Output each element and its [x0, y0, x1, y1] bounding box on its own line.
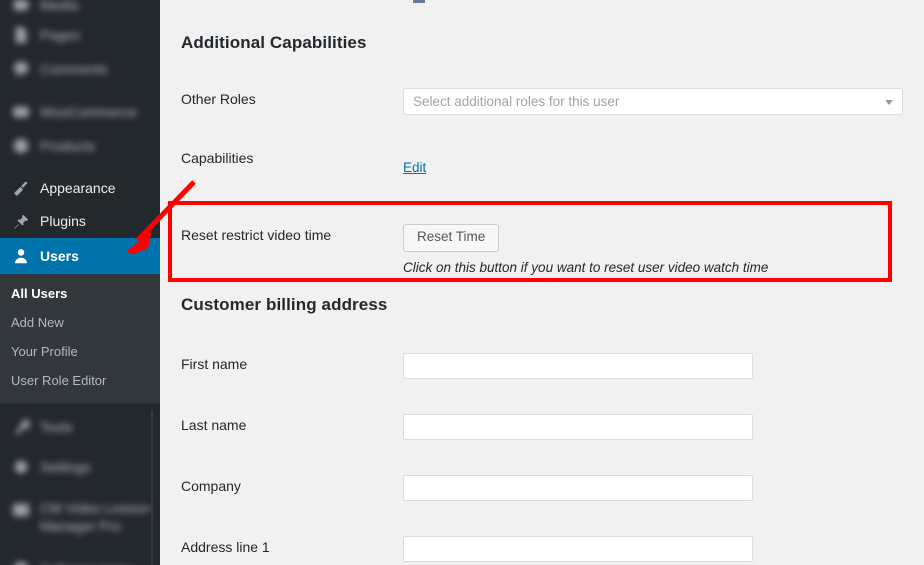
form-row-address-line-1: Address line 1 [181, 536, 901, 562]
sidebar-item-label: WooCommerce [40, 103, 137, 120]
capabilities-edit-link[interactable]: Edit [403, 160, 426, 175]
users-icon [11, 246, 31, 266]
sidebar-item-collapse-menu[interactable]: Collapse menu [0, 552, 160, 565]
wordpress-admin-screen: Media Pages Comments WooCommerce Product… [0, 0, 924, 565]
sidebar-item-plugins[interactable]: Plugins [0, 205, 160, 238]
sidebar-item-label: Media [40, 0, 79, 13]
other-roles-placeholder: Select additional roles for this user [413, 94, 620, 109]
menu-separator [0, 86, 160, 95]
sidebar-scrollbar[interactable] [151, 410, 153, 565]
sidebar-item-pages[interactable]: Pages [0, 18, 160, 52]
sidebar-item-all-users[interactable]: All Users [0, 280, 160, 309]
sidebar-item-cm-video-lesson-manager-pro[interactable]: CM Video Lesson Manager Pro [0, 498, 160, 544]
sidebar-item-users[interactable]: Users [0, 238, 160, 274]
form-row-company: Company [181, 475, 901, 501]
other-roles-select[interactable]: Select additional roles for this user [403, 88, 903, 115]
form-row-first-name: First name [181, 353, 901, 379]
sidebar-item-label: Appearance [40, 180, 116, 197]
first-name-input[interactable] [403, 353, 753, 379]
sidebar-item-label: Pages [40, 26, 80, 43]
sidebar-item-woocommerce[interactable]: WooCommerce [0, 95, 160, 129]
comments-icon [11, 59, 31, 79]
cut-off-widget-sliver [413, 0, 425, 3]
users-submenu: All Users Add New Your Profile User Role… [0, 274, 160, 405]
sidebar-item-settings[interactable]: Settings [0, 450, 160, 484]
media-icon [11, 0, 31, 15]
appearance-icon [11, 179, 31, 199]
section-title-additional-capabilities: Additional Capabilities [181, 33, 367, 52]
menu-separator [0, 163, 160, 172]
products-icon [11, 136, 31, 156]
sidebar-item-label: Tools [40, 418, 73, 435]
other-roles-label: Other Roles [181, 91, 256, 107]
sidebar-item-user-role-editor[interactable]: User Role Editor [0, 367, 160, 396]
woocommerce-icon [11, 102, 31, 122]
plugins-icon [11, 212, 31, 232]
company-label: Company [181, 478, 241, 494]
sidebar-item-comments[interactable]: Comments [0, 52, 160, 86]
sidebar-item-tools[interactable]: Tools [0, 410, 160, 444]
reset-time-hint: Click on this button if you want to rese… [403, 259, 769, 275]
sidebar-item-label: CM Video Lesson Manager Pro [40, 500, 151, 534]
collapse-icon [11, 559, 31, 565]
sidebar-item-label: Comments [40, 60, 108, 77]
sidebar-item-label: Collapse menu [40, 561, 133, 565]
address-line-1-label: Address line 1 [181, 539, 270, 555]
sidebar-item-products[interactable]: Products [0, 129, 160, 163]
admin-sidebar: Media Pages Comments WooCommerce Product… [0, 0, 160, 565]
sidebar-item-label: Users [40, 247, 79, 264]
capabilities-label: Capabilities [181, 150, 254, 166]
reset-time-button[interactable]: Reset Time [403, 224, 500, 252]
section-title-customer-billing-address: Customer billing address [181, 295, 388, 314]
address-line-1-input[interactable] [403, 536, 753, 562]
form-row-reset-video-time: Reset restrict video time Reset Time Cli… [181, 224, 901, 275]
form-row-capabilities: Capabilities Edit [181, 147, 901, 177]
sidebar-item-label: Plugins [40, 213, 86, 230]
main-content: Additional Capabilities Other Roles Sele… [160, 0, 924, 565]
sidebar-item-label: Products [40, 137, 96, 154]
last-name-input[interactable] [403, 414, 753, 440]
first-name-label: First name [181, 356, 248, 372]
cm-video-lesson-icon [11, 500, 31, 520]
sidebar-item-label: Settings [40, 458, 91, 475]
last-name-label: Last name [181, 417, 247, 433]
chevron-down-icon [885, 99, 893, 105]
sidebar-item-appearance[interactable]: Appearance [0, 172, 160, 205]
reset-video-time-label: Reset restrict video time [181, 227, 332, 243]
settings-icon [11, 457, 31, 477]
sidebar-item-add-new-user[interactable]: Add New [0, 309, 160, 338]
form-row-last-name: Last name [181, 414, 901, 440]
sidebar-item-media[interactable]: Media [0, 0, 160, 18]
tools-icon [11, 417, 31, 437]
sidebar-item-your-profile[interactable]: Your Profile [0, 338, 160, 367]
company-input[interactable] [403, 475, 753, 501]
pages-icon [11, 25, 31, 45]
form-row-other-roles: Other Roles Select additional roles for … [181, 88, 903, 115]
